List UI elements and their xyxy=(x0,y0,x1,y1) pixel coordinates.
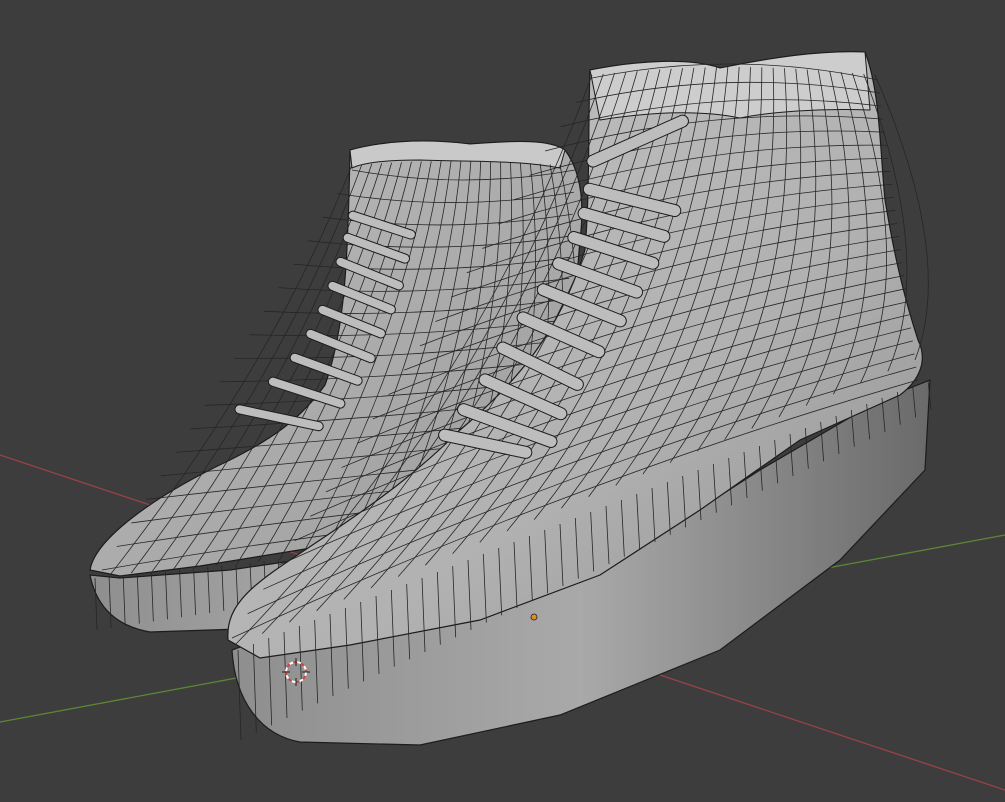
3d-viewport[interactable] xyxy=(0,0,1005,802)
viewport-canvas[interactable] xyxy=(0,0,1005,802)
object-origin-icon[interactable] xyxy=(530,613,538,621)
